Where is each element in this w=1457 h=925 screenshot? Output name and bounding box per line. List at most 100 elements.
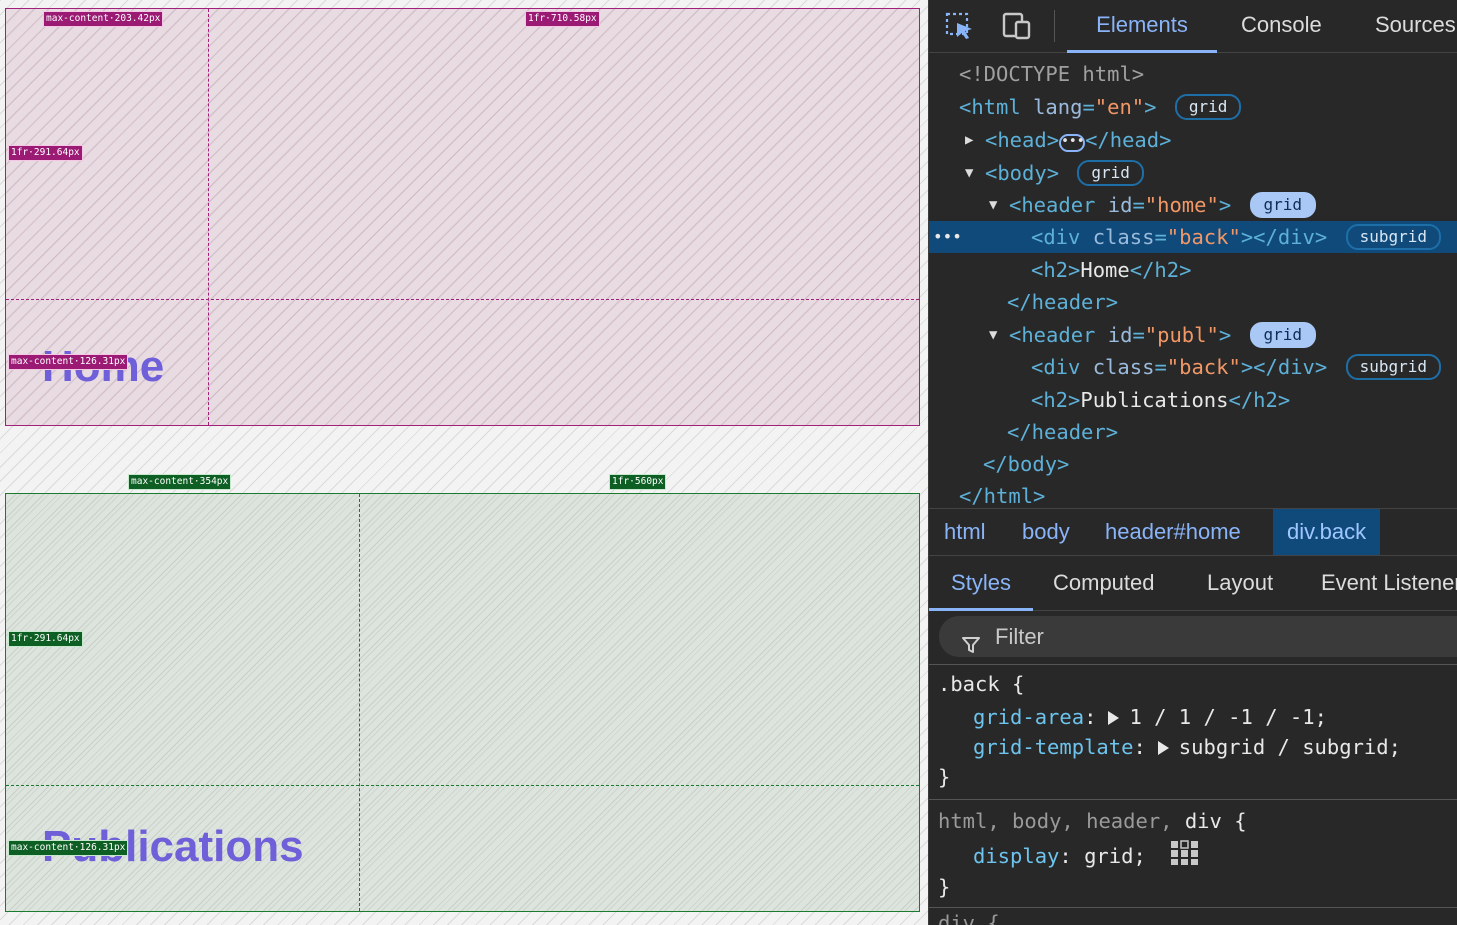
breadcrumb-header-home[interactable]: header#home [1091, 509, 1255, 555]
expand-shorthand-icon[interactable] [1157, 741, 1169, 755]
dom-node-header-home[interactable]: ▼ <header id="home"> grid [929, 189, 1457, 221]
breadcrumb-body[interactable]: body [1008, 509, 1084, 555]
attr-name: class [1092, 225, 1155, 249]
dom-node-h2-home[interactable]: <h2>Home</h2> [929, 254, 1457, 286]
grid-track-label: 1fr·710.58px [525, 11, 600, 27]
open-brace: { [1234, 809, 1247, 833]
tab-event-listeners[interactable]: Event Listeners [1321, 557, 1457, 611]
attr-name: class [1092, 355, 1155, 379]
expand-triangle-icon[interactable]: ▶ [965, 124, 973, 156]
expand-shorthand-icon[interactable] [1108, 711, 1120, 725]
rule-divider [929, 907, 1457, 908]
equals: = [1154, 355, 1167, 379]
dom-node-div-back-selected[interactable]: ••• <div class="back"></div> subgrid [929, 221, 1457, 253]
tag-text: <header [1009, 323, 1096, 347]
doctype-text: <!DOCTYPE html> [959, 62, 1145, 86]
grid-editor-icon[interactable] [1170, 840, 1200, 874]
selector-unmatched: html, body, header, [938, 809, 1173, 833]
rule-selector[interactable]: html, body, header, div { [938, 806, 1247, 836]
rule-selector[interactable]: div { [938, 910, 1000, 925]
node-text: Home [1080, 258, 1130, 282]
header-home-grid-overlay: Home [5, 8, 920, 426]
grid-badge-active[interactable]: grid [1249, 322, 1317, 348]
grid-badge[interactable]: grid [1174, 94, 1242, 120]
collapse-triangle-icon[interactable]: ▼ [989, 319, 997, 351]
dom-node-div-back[interactable]: <div class="back"></div> subgrid [929, 351, 1457, 383]
declaration-grid-template[interactable]: grid-template: subgrid / subgrid; [973, 732, 1401, 762]
property-value: grid; [1084, 844, 1146, 868]
tab-styles[interactable]: Styles [929, 557, 1033, 611]
tag-text: <body> [985, 161, 1060, 185]
equals: = [1154, 225, 1167, 249]
ellipsis-icon[interactable]: ••• [1059, 134, 1086, 152]
tab-sources[interactable]: Sources [1375, 0, 1456, 53]
device-toolbar-icon[interactable] [1001, 12, 1031, 40]
dom-node-h2-publ[interactable]: <h2>Publications</h2> [929, 384, 1457, 416]
grid-track-label: max-content·354px [128, 474, 232, 490]
subgrid-badge[interactable]: subgrid [1345, 354, 1442, 380]
tag-end: > [1144, 95, 1157, 119]
dom-tree: <!DOCTYPE html> <html lang="en"> grid ▶ … [929, 57, 1457, 508]
dom-node-head[interactable]: ▶ <head> •••</head> [929, 124, 1457, 156]
css-rule-partial: div { [929, 910, 1457, 925]
inspect-element-icon[interactable] [945, 12, 975, 40]
grid-track-label: 1fr·560px [609, 474, 667, 490]
tag-text: ></div> [1240, 355, 1328, 379]
filter-input[interactable]: Filter [939, 616, 1457, 657]
attr-name: lang [1033, 95, 1083, 119]
property-value: 1 / 1 / -1 / -1; [1129, 705, 1327, 729]
filter-icon [961, 627, 981, 668]
dom-node-header-close[interactable]: </header> [929, 286, 1457, 318]
dom-node-header-close[interactable]: </header> [929, 416, 1457, 448]
collapse-triangle-icon[interactable]: ▼ [965, 157, 973, 189]
breadcrumb-html[interactable]: html [930, 509, 1000, 555]
attr-value: "home" [1144, 193, 1219, 217]
dom-node-header-publ[interactable]: ▼ <header id="publ"> grid [929, 319, 1457, 351]
breadcrumb-div-back[interactable]: div.back [1273, 509, 1381, 555]
devtools-toolbar: Elements Console Sources [929, 0, 1457, 53]
tag-text: <div [1031, 355, 1081, 379]
tag-text: <h2> [1031, 258, 1081, 282]
more-options-icon[interactable]: ••• [933, 221, 962, 253]
tag-text: ></div> [1240, 225, 1328, 249]
rule-close-brace: } [938, 765, 951, 789]
tag-text: </header> [1007, 290, 1119, 314]
tag-text: <h2> [1031, 388, 1081, 412]
page-viewport: Home max-content·203.42px 1fr·710.58px 1… [0, 0, 928, 925]
tab-computed[interactable]: Computed [1053, 557, 1155, 611]
column-line [359, 494, 360, 911]
rule-close-brace: } [938, 875, 951, 899]
tag-text: <header [1009, 193, 1096, 217]
grid-track-label: 1fr·291.64px [8, 145, 83, 161]
grid-badge[interactable]: grid [1077, 160, 1144, 186]
grid-track-label: max-content·203.42px [43, 11, 164, 27]
collapse-triangle-icon[interactable]: ▼ [989, 189, 997, 221]
dom-node-html[interactable]: <html lang="en"> grid [929, 91, 1457, 123]
attr-value: "en" [1094, 95, 1145, 119]
tag-text: <html [959, 95, 1021, 119]
tag-text: </head> [1085, 128, 1172, 152]
declaration-display[interactable]: display: grid; [973, 840, 1200, 870]
property-value: subgrid / subgrid; [1178, 735, 1401, 759]
tab-layout[interactable]: Layout [1207, 557, 1273, 611]
grid-badge-active[interactable]: grid [1249, 192, 1317, 218]
dom-node-body[interactable]: ▼ <body> grid [929, 157, 1457, 189]
tab-console[interactable]: Console [1241, 0, 1322, 53]
styles-pane-tabs: Styles Computed Layout Event Listeners [929, 557, 1457, 611]
tag-text: </h2> [1129, 258, 1192, 282]
equals: = [1132, 193, 1145, 217]
equals: = [1082, 95, 1095, 119]
tag-text: </h2> [1228, 388, 1291, 412]
grid-track-label: max-content·126.31px [8, 354, 129, 370]
tag-end: > [1218, 193, 1232, 217]
attr-name: id [1107, 323, 1133, 347]
tab-elements[interactable]: Elements [1067, 0, 1217, 53]
tag-text: <head> [985, 128, 1060, 152]
subgrid-badge[interactable]: subgrid [1345, 224, 1442, 250]
dom-node-doctype[interactable]: <!DOCTYPE html> [929, 58, 1457, 90]
rule-selector[interactable]: .back { [938, 669, 1024, 699]
attr-name: id [1107, 193, 1133, 217]
property-name: grid-area [973, 705, 1085, 729]
dom-node-body-close[interactable]: </body> [929, 448, 1457, 480]
declaration-grid-area[interactable]: grid-area: 1 / 1 / -1 / -1; [973, 702, 1327, 732]
